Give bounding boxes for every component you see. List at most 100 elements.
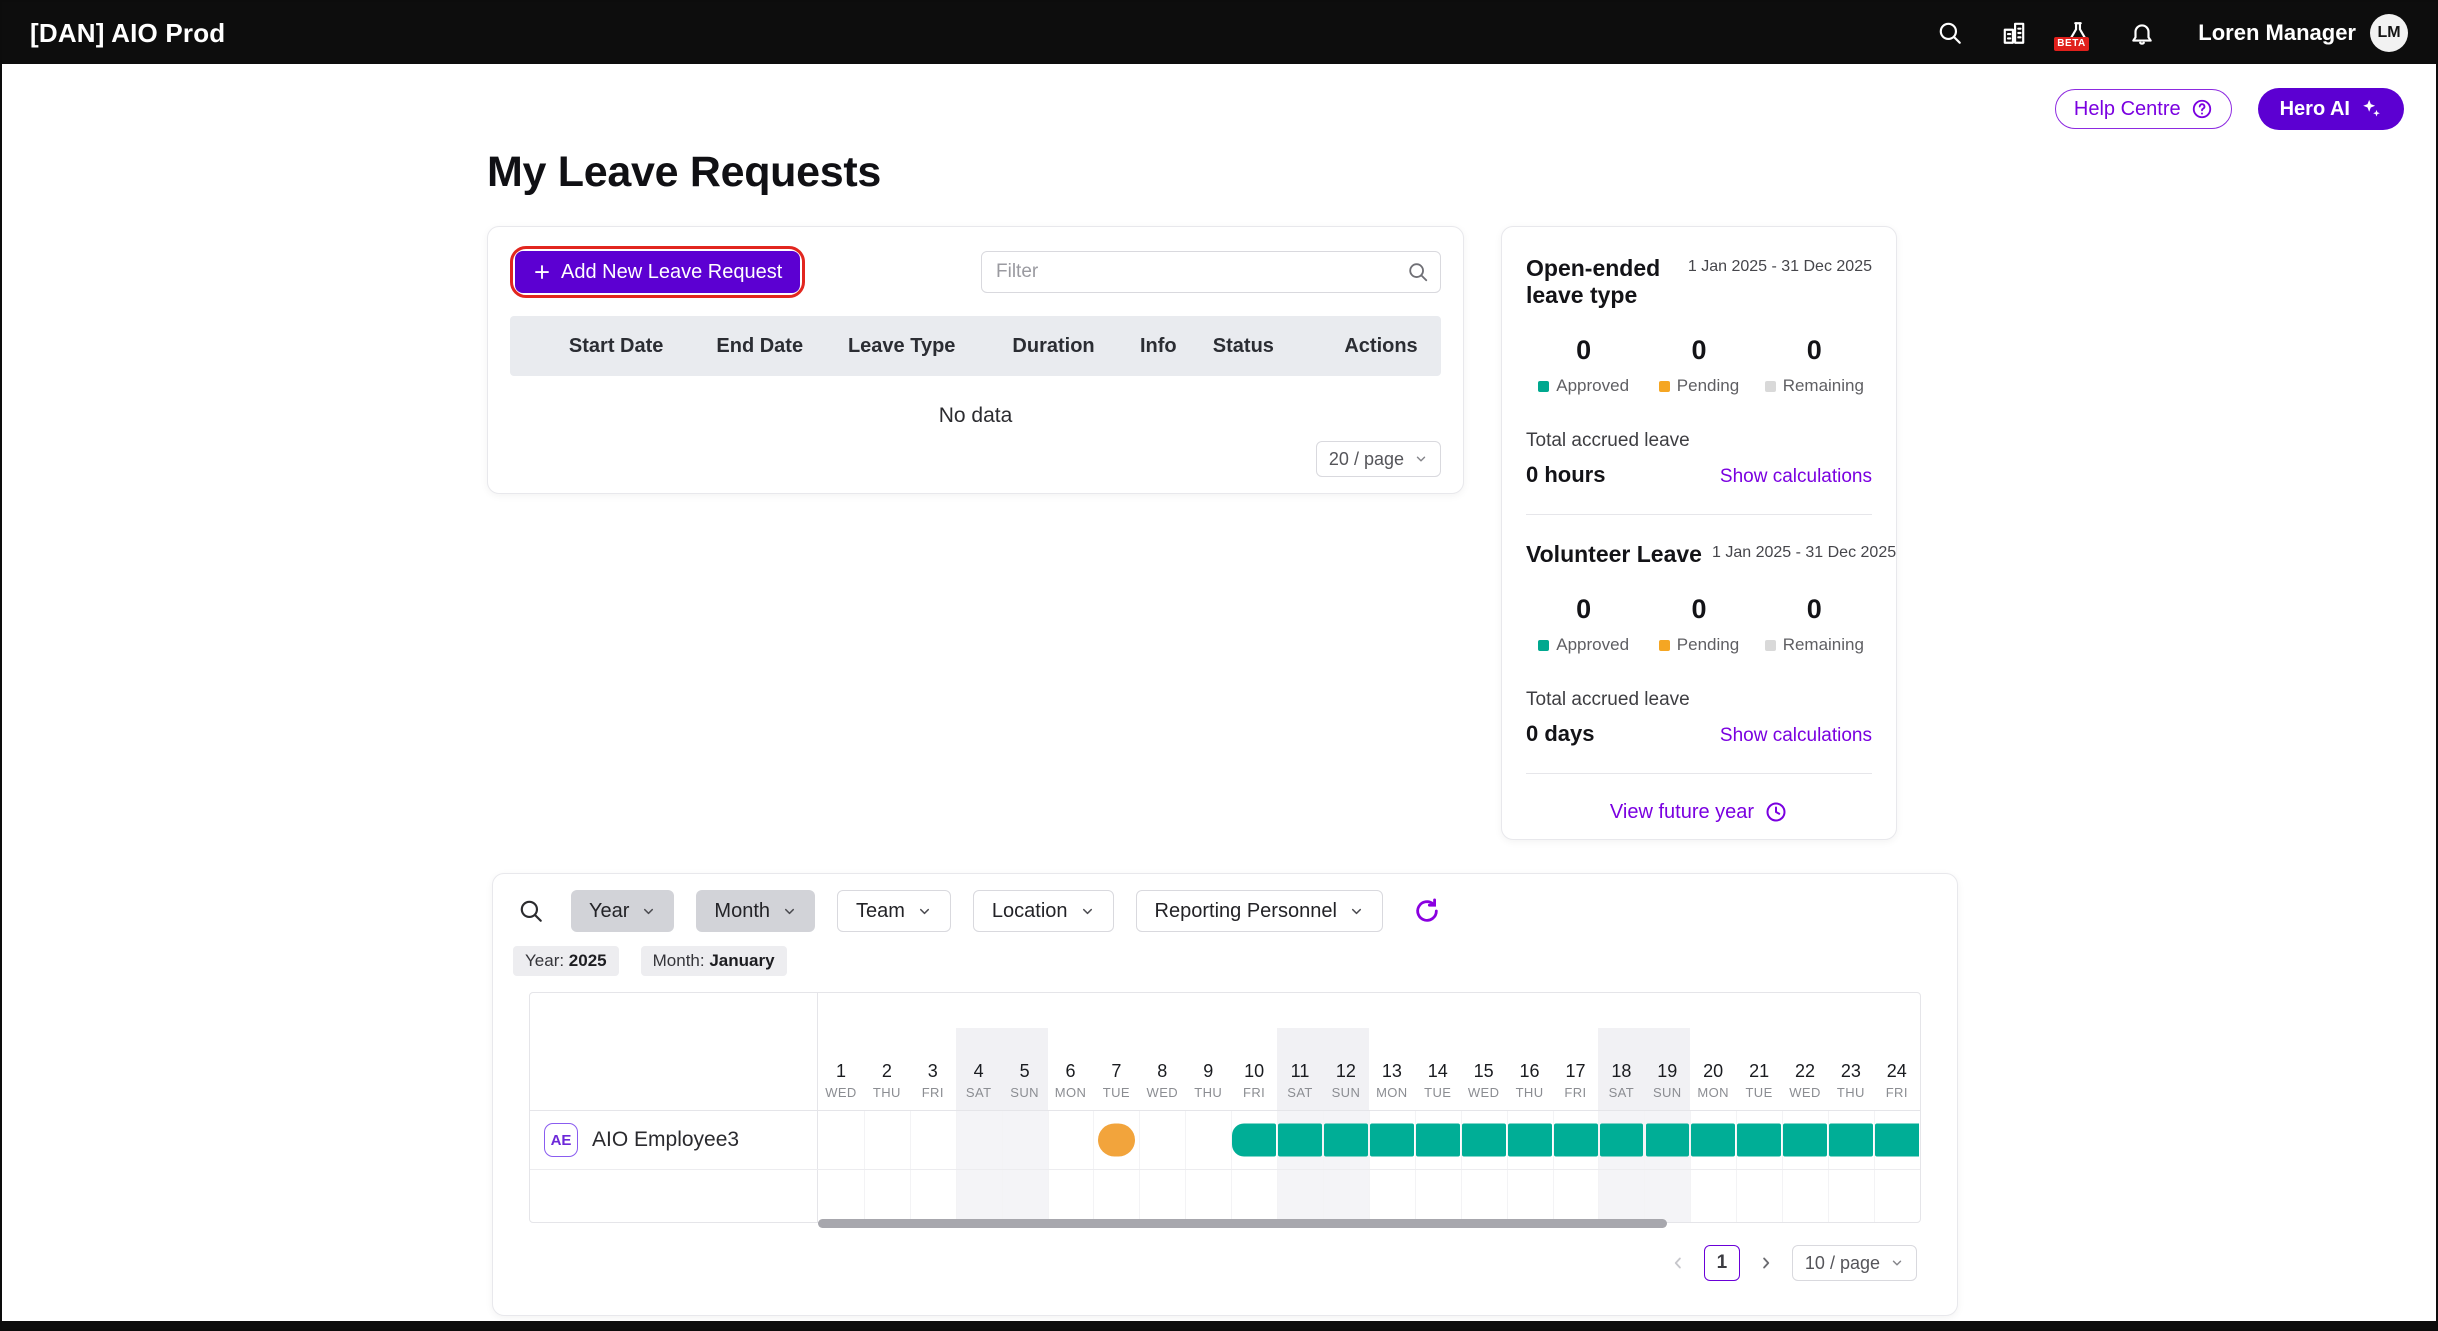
day-cell <box>1002 1170 1048 1222</box>
view-future-year-link[interactable]: View future year <box>1526 800 1872 824</box>
day-cell <box>1874 1170 1920 1222</box>
tag-label: Month: <box>653 951 710 970</box>
day-weekday: THU <box>873 1085 901 1100</box>
chevron-down-icon <box>917 904 932 919</box>
calendar-wrap: 1WED2THU3FRI4SAT5SUN6MON7TUE8WED9THU10FR… <box>529 992 1921 1223</box>
chevron-down-icon <box>1414 452 1428 466</box>
day-cell <box>1736 1170 1782 1222</box>
day-cell <box>1139 1170 1185 1222</box>
filter-month[interactable]: Month <box>696 890 815 932</box>
refresh-button[interactable] <box>1407 891 1447 931</box>
day-header-12: 12SUN <box>1323 993 1369 1110</box>
beta-flask-icon[interactable]: BETA <box>2064 19 2092 47</box>
tag-value: 2025 <box>569 951 607 970</box>
search-icon[interactable] <box>1936 19 1964 47</box>
leave-bar-segment[interactable] <box>1737 1124 1781 1157</box>
day-weekday: WED <box>1468 1085 1500 1100</box>
day-number: 15 <box>1474 1061 1494 1082</box>
previous-page-button[interactable] <box>1668 1253 1688 1273</box>
filter-reporting-personnel[interactable]: Reporting Personnel <box>1136 890 1383 932</box>
day-cell <box>1644 1170 1690 1222</box>
calendar-row-empty <box>530 1170 1920 1222</box>
filter-input[interactable] <box>981 251 1441 293</box>
page-number-button[interactable]: 1 <box>1704 1245 1740 1281</box>
hero-ai-button[interactable]: Hero AI <box>2258 88 2404 130</box>
day-number: 12 <box>1336 1061 1356 1082</box>
day-header-20: 20MON <box>1690 993 1736 1110</box>
stat-label: Pending <box>1677 635 1739 655</box>
accrued-label: Total accrued leave <box>1526 689 1872 711</box>
leave-bar-segment[interactable] <box>1232 1124 1276 1157</box>
leave-bar-segment[interactable] <box>1278 1124 1322 1157</box>
day-header-9: 9THU <box>1185 993 1231 1110</box>
add-new-leave-request-button[interactable]: Add New Leave Request <box>515 251 800 293</box>
leave-bar-segment[interactable] <box>1783 1124 1827 1157</box>
leave-bar-segment[interactable] <box>1416 1124 1460 1157</box>
day-cell <box>1598 1170 1644 1222</box>
horizontal-scrollbar[interactable] <box>818 1219 1667 1228</box>
calendar-header: 1WED2THU3FRI4SAT5SUN6MON7TUE8WED9THU10FR… <box>530 993 1920 1111</box>
user-name: Loren Manager <box>2198 20 2356 46</box>
leave-bar-segment[interactable] <box>1508 1124 1552 1157</box>
day-weekday: WED <box>825 1085 857 1100</box>
accrued-label: Total accrued leave <box>1526 430 1872 452</box>
calendar-page-size-select[interactable]: 10 / page <box>1792 1245 1917 1281</box>
day-header-6: 6MON <box>1048 993 1094 1110</box>
day-number: 22 <box>1795 1061 1815 1082</box>
page-size-select[interactable]: 20 / page <box>1316 441 1441 477</box>
filter-label: Team <box>856 900 905 923</box>
leave-bar-segment[interactable] <box>1691 1124 1735 1157</box>
legend-square-pending <box>1659 640 1670 651</box>
leave-bar[interactable] <box>1098 1124 1136 1157</box>
day-header-17: 17FRI <box>1553 993 1599 1110</box>
legend-square-remaining <box>1765 640 1776 651</box>
leave-bar-segment[interactable] <box>1829 1124 1873 1157</box>
help-centre-button[interactable]: Help Centre <box>2055 89 2232 129</box>
user-menu[interactable]: Loren Manager LM <box>2198 14 2408 52</box>
day-weekday: WED <box>1789 1085 1821 1100</box>
day-weekday: TUE <box>1424 1085 1451 1100</box>
leave-bar-segment[interactable] <box>1370 1124 1414 1157</box>
day-number: 13 <box>1382 1061 1402 1082</box>
day-cell <box>1461 1170 1507 1222</box>
day-number: 1 <box>836 1061 846 1082</box>
leave-table-header: Start DateEnd DateLeave TypeDurationInfo… <box>510 316 1441 376</box>
stat-pending: 0 Pending <box>1641 335 1756 396</box>
leave-bar-segment[interactable] <box>1554 1124 1598 1157</box>
day-header-19: 19SUN <box>1644 993 1690 1110</box>
day-cell <box>864 1111 910 1169</box>
organisation-icon[interactable] <box>2000 19 2028 47</box>
filter-location[interactable]: Location <box>973 890 1114 932</box>
stat-value: 0 <box>1641 594 1756 625</box>
leave-bar-segment[interactable] <box>1600 1124 1644 1157</box>
day-cell <box>1002 1111 1048 1169</box>
day-header-3: 3FRI <box>910 993 956 1110</box>
filter-year[interactable]: Year <box>571 890 674 932</box>
day-number: 7 <box>1111 1061 1121 1082</box>
leave-bar-segment[interactable] <box>1324 1124 1368 1157</box>
leave-bar-segment[interactable] <box>1646 1124 1690 1157</box>
notifications-bell-icon[interactable] <box>2128 19 2156 47</box>
page-title: My Leave Requests <box>487 148 881 197</box>
show-calculations-link[interactable]: Show calculations <box>1720 725 1872 747</box>
day-number: 16 <box>1520 1061 1540 1082</box>
next-page-button[interactable] <box>1756 1253 1776 1273</box>
day-cell <box>1782 1170 1828 1222</box>
legend-square-approved <box>1538 381 1549 392</box>
leave-balances-card: Open-ended leave type 1 Jan 2025 - 31 De… <box>1501 226 1897 840</box>
day-cell <box>1277 1170 1323 1222</box>
leave-bar-segment[interactable] <box>1462 1124 1506 1157</box>
leave-requests-card: Add New Leave Request Start DateEnd Date… <box>487 226 1464 494</box>
calendar-search-button[interactable] <box>511 891 551 931</box>
refresh-icon <box>1413 897 1441 925</box>
filter-team[interactable]: Team <box>837 890 951 932</box>
column-header-actions: Actions <box>1332 335 1441 358</box>
leave-bar-segment[interactable] <box>1875 1124 1919 1157</box>
day-header-23: 23THU <box>1828 993 1874 1110</box>
bottom-edge-strip <box>2 1321 2436 1329</box>
filter-label: Year <box>589 900 629 923</box>
day-number: 23 <box>1841 1061 1861 1082</box>
day-number: 17 <box>1565 1061 1585 1082</box>
show-calculations-link[interactable]: Show calculations <box>1720 466 1872 488</box>
balance-block-open-ended: Open-ended leave type 1 Jan 2025 - 31 De… <box>1526 255 1872 488</box>
